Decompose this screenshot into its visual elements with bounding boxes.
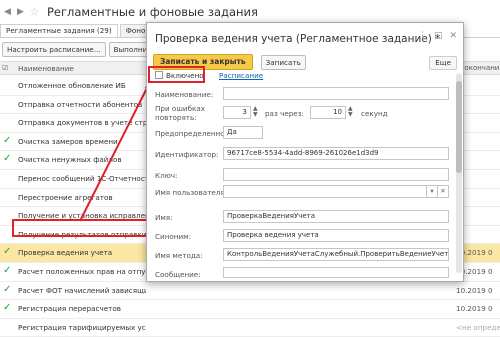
message-input[interactable] (223, 267, 449, 278)
key-input[interactable] (223, 168, 449, 181)
id-value: 96717ce8-5534-4add-8969-261026e1d3d9 (223, 147, 449, 160)
forward-arrow-icon[interactable]: ▶ (17, 7, 26, 17)
check-icon: ✓ (3, 246, 12, 258)
check-icon: ✓ (3, 153, 12, 165)
synonym-label: Синоним: (155, 232, 192, 241)
selected-row-highlight (12, 219, 148, 237)
method-value: КонтрольВеденияУчетаСлужебный.ПроверитьВ… (223, 248, 449, 261)
save-button[interactable]: Записать (260, 54, 306, 70)
check-icon: ✓ (3, 283, 12, 295)
name-label: Наименование: (155, 90, 214, 99)
schedule-link[interactable]: Расписание (219, 71, 263, 80)
predefined-label: Предопределенное: (155, 129, 232, 138)
header-check-icon: ☑ (2, 64, 9, 72)
row-name: Перенос сообщений 1С-Отчетности в архив (18, 173, 146, 183)
user-label: Имя пользователя: (155, 188, 228, 197)
more-button[interactable]: Еще (429, 56, 457, 70)
times-every-label: раз через: (265, 109, 304, 118)
row-name: Перестроение агрегатов (18, 192, 113, 202)
dialog-title: Проверка ведения учета (Регламентное зад… (155, 33, 441, 45)
row-name: Очистка ненужных файлов (18, 155, 122, 165)
id-label: Идентификатор: (155, 150, 219, 159)
row-name: Отправка документов в учете строгой (18, 118, 146, 128)
user-input[interactable] (223, 185, 427, 198)
dialog-scrollbar[interactable] (456, 73, 462, 273)
setup-schedule-button[interactable]: Настроить расписание... (2, 42, 106, 57)
dialog-window-controls: ⋮ □ ✕ (418, 31, 457, 41)
row-name: Регистрация перерасчетов (18, 304, 121, 314)
retry-count-spinner-icon[interactable]: ▲ ▼ (253, 106, 258, 118)
table-row[interactable]: Регистрация тарифицируемых услуг в Менед… (0, 319, 500, 337)
tab-scheduled-jobs[interactable]: Регламентные задания (29) (0, 24, 118, 37)
window-titlebar: ◀ ▶ ☆ Регламентные и фоновые задания (0, 0, 500, 24)
close-icon[interactable]: ✕ (449, 31, 457, 41)
table-row[interactable]: ✓ Расчет ФОТ начислений зависящих от 10.20… (0, 282, 500, 301)
row-name: Очистка замеров времени (18, 136, 118, 146)
row-name: Регистрация тарифицируемых услуг в Менед… (18, 322, 146, 332)
check-icon: ✓ (3, 264, 12, 276)
message-label: Сообщение: (155, 270, 201, 279)
scrollbar-thumb[interactable] (456, 81, 462, 173)
row-name: Отложенное обновление ИБ (18, 81, 126, 90)
maximize-icon[interactable]: □ (434, 31, 443, 41)
enabled-highlight (148, 66, 205, 83)
synonym-value: Проверка ведения учета (223, 229, 449, 242)
name2-label: Имя: (155, 213, 173, 222)
table-row[interactable]: ✓ Регистрация перерасчетов 10.2019 0 (0, 300, 500, 319)
clear-icon[interactable]: ✕ (438, 185, 449, 198)
column-end-header[interactable]: я окончания (458, 64, 500, 72)
method-label: Имя метода: (155, 251, 203, 260)
row-end-date: 10.2019 0 (456, 304, 493, 314)
check-icon: ✓ (3, 134, 12, 146)
retry-seconds-spinner-icon[interactable]: ▲ ▼ (348, 106, 353, 118)
retry-label: При ошибках повторять: (155, 104, 206, 122)
name2-value: ПроверкаВеденияУчета (223, 210, 449, 223)
name-input[interactable] (223, 87, 449, 100)
back-arrow-icon[interactable]: ◀ (4, 7, 13, 17)
retry-seconds-input[interactable]: 10 (310, 106, 346, 119)
favorite-star-icon[interactable]: ☆ (30, 7, 39, 18)
chevron-down-icon[interactable]: ▾ (427, 185, 438, 198)
check-icon: ✓ (3, 302, 12, 314)
row-end-date: 10.2019 0 (456, 285, 493, 295)
column-name-header[interactable]: Наименование (18, 64, 74, 73)
row-end-date: <не определено> (456, 322, 500, 332)
row-name: Отправка отчетности абонентов (18, 99, 143, 109)
predefined-value: Да (223, 126, 263, 139)
window-title: Регламентные и фоновые задания (46, 5, 258, 19)
key-label: Ключ: (155, 171, 178, 180)
row-name: Проверка ведения учета (18, 248, 113, 258)
row-name: Расчет положенных прав на отпуска за (18, 266, 146, 276)
retry-count-input[interactable]: 3 (223, 106, 251, 119)
more-vert-icon[interactable]: ⋮ (418, 31, 427, 41)
seconds-label: секунд (361, 109, 388, 118)
row-name: Расчет ФОТ начислений зависящих от (18, 285, 146, 295)
